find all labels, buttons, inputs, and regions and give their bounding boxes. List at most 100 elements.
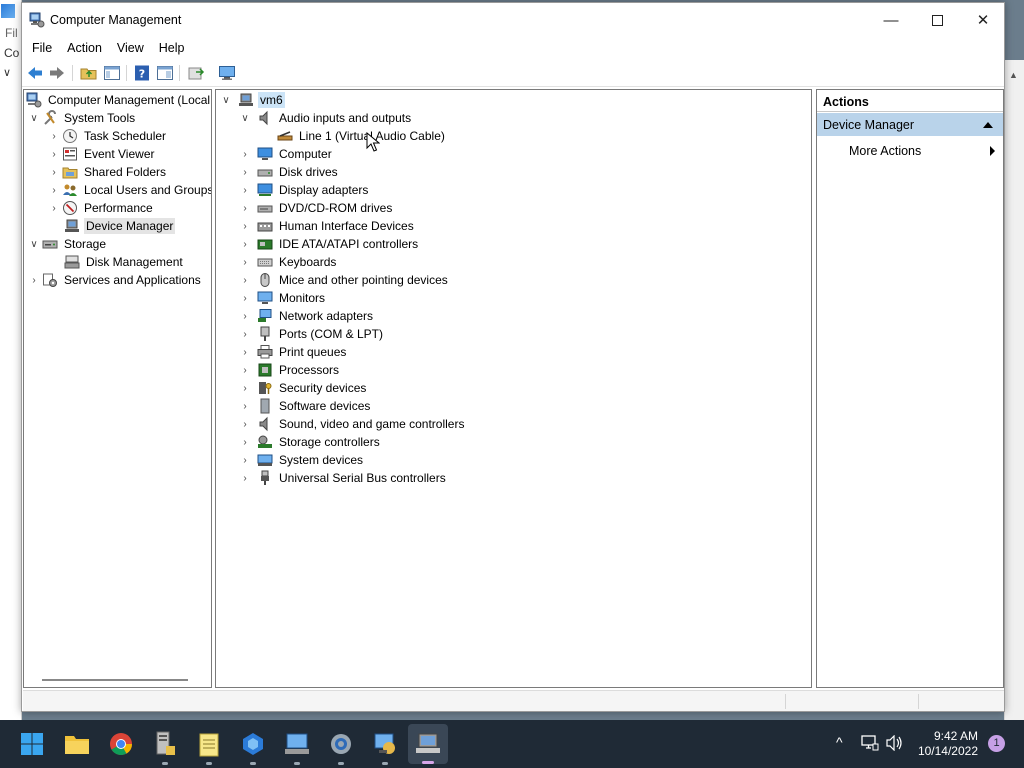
expand-chevron-icon[interactable]: › — [237, 325, 253, 343]
device-category-dvd-cd-rom-drives[interactable]: › DVD/CD-ROM drives — [237, 199, 394, 217]
expand-chevron-icon[interactable]: › — [237, 253, 253, 271]
submenu-arrow-icon — [990, 146, 995, 156]
device-category-ide-ata-atapi-controllers[interactable]: › IDE ATA/ATAPI controllers — [237, 235, 420, 253]
action-pane-icon[interactable] — [156, 64, 174, 82]
menu-action[interactable]: Action — [61, 41, 108, 55]
taskbar-notepad[interactable] — [194, 729, 224, 765]
expand-chevron-icon[interactable]: › — [237, 163, 253, 181]
back-icon[interactable] — [26, 64, 44, 82]
tree-item-disk-management[interactable]: Disk Management — [62, 253, 185, 271]
menu-view[interactable]: View — [111, 41, 150, 55]
menu-file[interactable]: File — [26, 41, 58, 55]
collapse-triangle-icon[interactable] — [983, 122, 993, 128]
scroll-up-arrow-icon[interactable]: ▲ — [1009, 70, 1018, 80]
taskbar-chrome[interactable] — [106, 729, 136, 759]
device-category-usb-controllers[interactable]: › Universal Serial Bus controllers — [237, 469, 448, 487]
actions-section-device-manager[interactable]: Device Manager — [817, 113, 1003, 136]
device-category-disk-drives[interactable]: › Disk drives — [237, 163, 340, 181]
device-category-audio-inputs-and-outputs[interactable]: ∨ Audio inputs and outputs — [237, 109, 413, 127]
expand-chevron-icon[interactable]: › — [237, 397, 253, 415]
device-category-ports[interactable]: › Ports (COM & LPT) — [237, 325, 385, 343]
device-category-security-devices[interactable]: › Security devices — [237, 379, 368, 397]
expand-chevron-icon[interactable]: › — [46, 199, 62, 217]
device-category-computer[interactable]: › Computer — [237, 145, 334, 163]
expand-chevron-icon[interactable]: › — [26, 271, 42, 289]
tree-item-task-scheduler[interactable]: › Task Scheduler — [46, 127, 168, 145]
expand-chevron-icon[interactable]: › — [237, 271, 253, 289]
collapse-chevron-icon[interactable]: ∨ — [26, 235, 42, 253]
device-category-monitors[interactable]: › Monitors — [237, 289, 327, 307]
tray-overflow-chevron-icon[interactable]: ^ — [836, 734, 843, 750]
expand-chevron-icon[interactable]: › — [237, 451, 253, 469]
maximize-button[interactable] — [914, 3, 960, 37]
network-icon[interactable] — [861, 735, 879, 751]
up-folder-icon[interactable] — [80, 64, 98, 82]
expand-chevron-icon[interactable]: › — [237, 217, 253, 235]
expand-chevron-icon[interactable]: › — [237, 181, 253, 199]
device-category-keyboards[interactable]: › Keyboards — [237, 253, 338, 271]
expand-chevron-icon[interactable]: › — [237, 469, 253, 487]
show-hide-tree-icon[interactable] — [103, 64, 121, 82]
expand-chevron-icon[interactable]: › — [237, 145, 253, 163]
device-category-network-adapters[interactable]: › Network adapters — [237, 307, 375, 325]
start-button[interactable] — [17, 729, 47, 759]
device-category-human-interface-devices[interactable]: › Human Interface Devices — [237, 217, 416, 235]
expand-chevron-icon[interactable]: › — [237, 415, 253, 433]
taskbar-file-explorer[interactable] — [62, 729, 92, 759]
device-category-processors[interactable]: › Processors — [237, 361, 341, 379]
collapse-chevron-icon[interactable]: ∨ — [237, 109, 253, 127]
expand-chevron-icon[interactable]: › — [237, 361, 253, 379]
tree-item-device-manager[interactable]: Device Manager — [62, 217, 176, 235]
expand-chevron-icon[interactable]: › — [237, 343, 253, 361]
forward-icon[interactable] — [48, 64, 66, 82]
expand-chevron-icon[interactable]: › — [46, 163, 62, 181]
minimize-button[interactable]: — — [868, 3, 914, 37]
taskbar-settings[interactable] — [326, 729, 356, 765]
expand-chevron-icon[interactable]: › — [237, 235, 253, 253]
tree-item-event-viewer[interactable]: › Event Viewer — [46, 145, 156, 163]
help-icon[interactable]: ? — [133, 64, 151, 82]
system-clock[interactable]: 9:42 AM 10/14/2022 — [912, 729, 978, 759]
expand-chevron-icon[interactable]: › — [46, 181, 62, 199]
device-category-display-adapters[interactable]: › Display adapters — [237, 181, 370, 199]
taskbar-device-manager-active[interactable] — [408, 724, 448, 764]
taskbar-hyperv[interactable] — [238, 729, 268, 765]
device-category-mice[interactable]: › Mice and other pointing devices — [237, 271, 450, 289]
tree-item-performance[interactable]: › Performance — [46, 199, 155, 217]
expand-chevron-icon[interactable]: › — [237, 289, 253, 307]
tree-item-system-tools[interactable]: ∨ System Tools — [26, 109, 137, 127]
volume-icon[interactable] — [886, 735, 904, 751]
horizontal-scrollbar-thumb[interactable] — [42, 679, 188, 681]
notification-badge[interactable]: 1 — [988, 735, 1005, 752]
tree-item-computer-management[interactable]: Computer Management (Local — [26, 91, 211, 109]
device-line-1-virtual-audio-cable[interactable]: Line 1 (Virtual Audio Cable) — [277, 127, 447, 145]
tree-item-services-and-applications[interactable]: › Services and Applications — [26, 271, 203, 289]
expand-chevron-icon[interactable]: › — [46, 127, 62, 145]
menu-help[interactable]: Help — [153, 41, 191, 55]
device-category-print-queues[interactable]: › Print queues — [237, 343, 348, 361]
device-category-storage-controllers[interactable]: › Storage controllers — [237, 433, 382, 451]
monitor-icon[interactable] — [218, 64, 236, 82]
expand-chevron-icon[interactable]: › — [237, 199, 253, 217]
device-category-sound-video-game-controllers[interactable]: › Sound, video and game controllers — [237, 415, 466, 433]
title-bar[interactable]: Computer Management — ✕ — [22, 3, 1004, 37]
tree-item-storage[interactable]: ∨ Storage — [26, 235, 108, 253]
device-tree-root[interactable]: ∨ vm6 — [218, 91, 285, 109]
expand-chevron-icon[interactable]: › — [237, 433, 253, 451]
background-scrollbar[interactable]: ▲ — [1004, 60, 1024, 720]
collapse-chevron-icon[interactable]: ∨ — [26, 109, 42, 127]
taskbar-file-server[interactable] — [150, 729, 180, 765]
expand-chevron-icon[interactable]: › — [46, 145, 62, 163]
taskbar-computer-management[interactable] — [282, 729, 312, 765]
expand-chevron-icon[interactable]: › — [237, 379, 253, 397]
close-button[interactable]: ✕ — [960, 3, 1006, 37]
tree-item-shared-folders[interactable]: › Shared Folders — [46, 163, 168, 181]
more-actions-item[interactable]: More Actions — [849, 144, 921, 158]
device-category-software-devices[interactable]: › Software devices — [237, 397, 372, 415]
expand-chevron-icon[interactable]: › — [237, 307, 253, 325]
taskbar-remote-desktop[interactable] — [370, 729, 400, 765]
collapse-chevron-icon[interactable]: ∨ — [218, 91, 234, 109]
device-category-system-devices[interactable]: › System devices — [237, 451, 365, 469]
export-icon[interactable] — [187, 64, 205, 82]
tree-item-local-users-and-groups[interactable]: › Local Users and Groups — [46, 181, 211, 199]
